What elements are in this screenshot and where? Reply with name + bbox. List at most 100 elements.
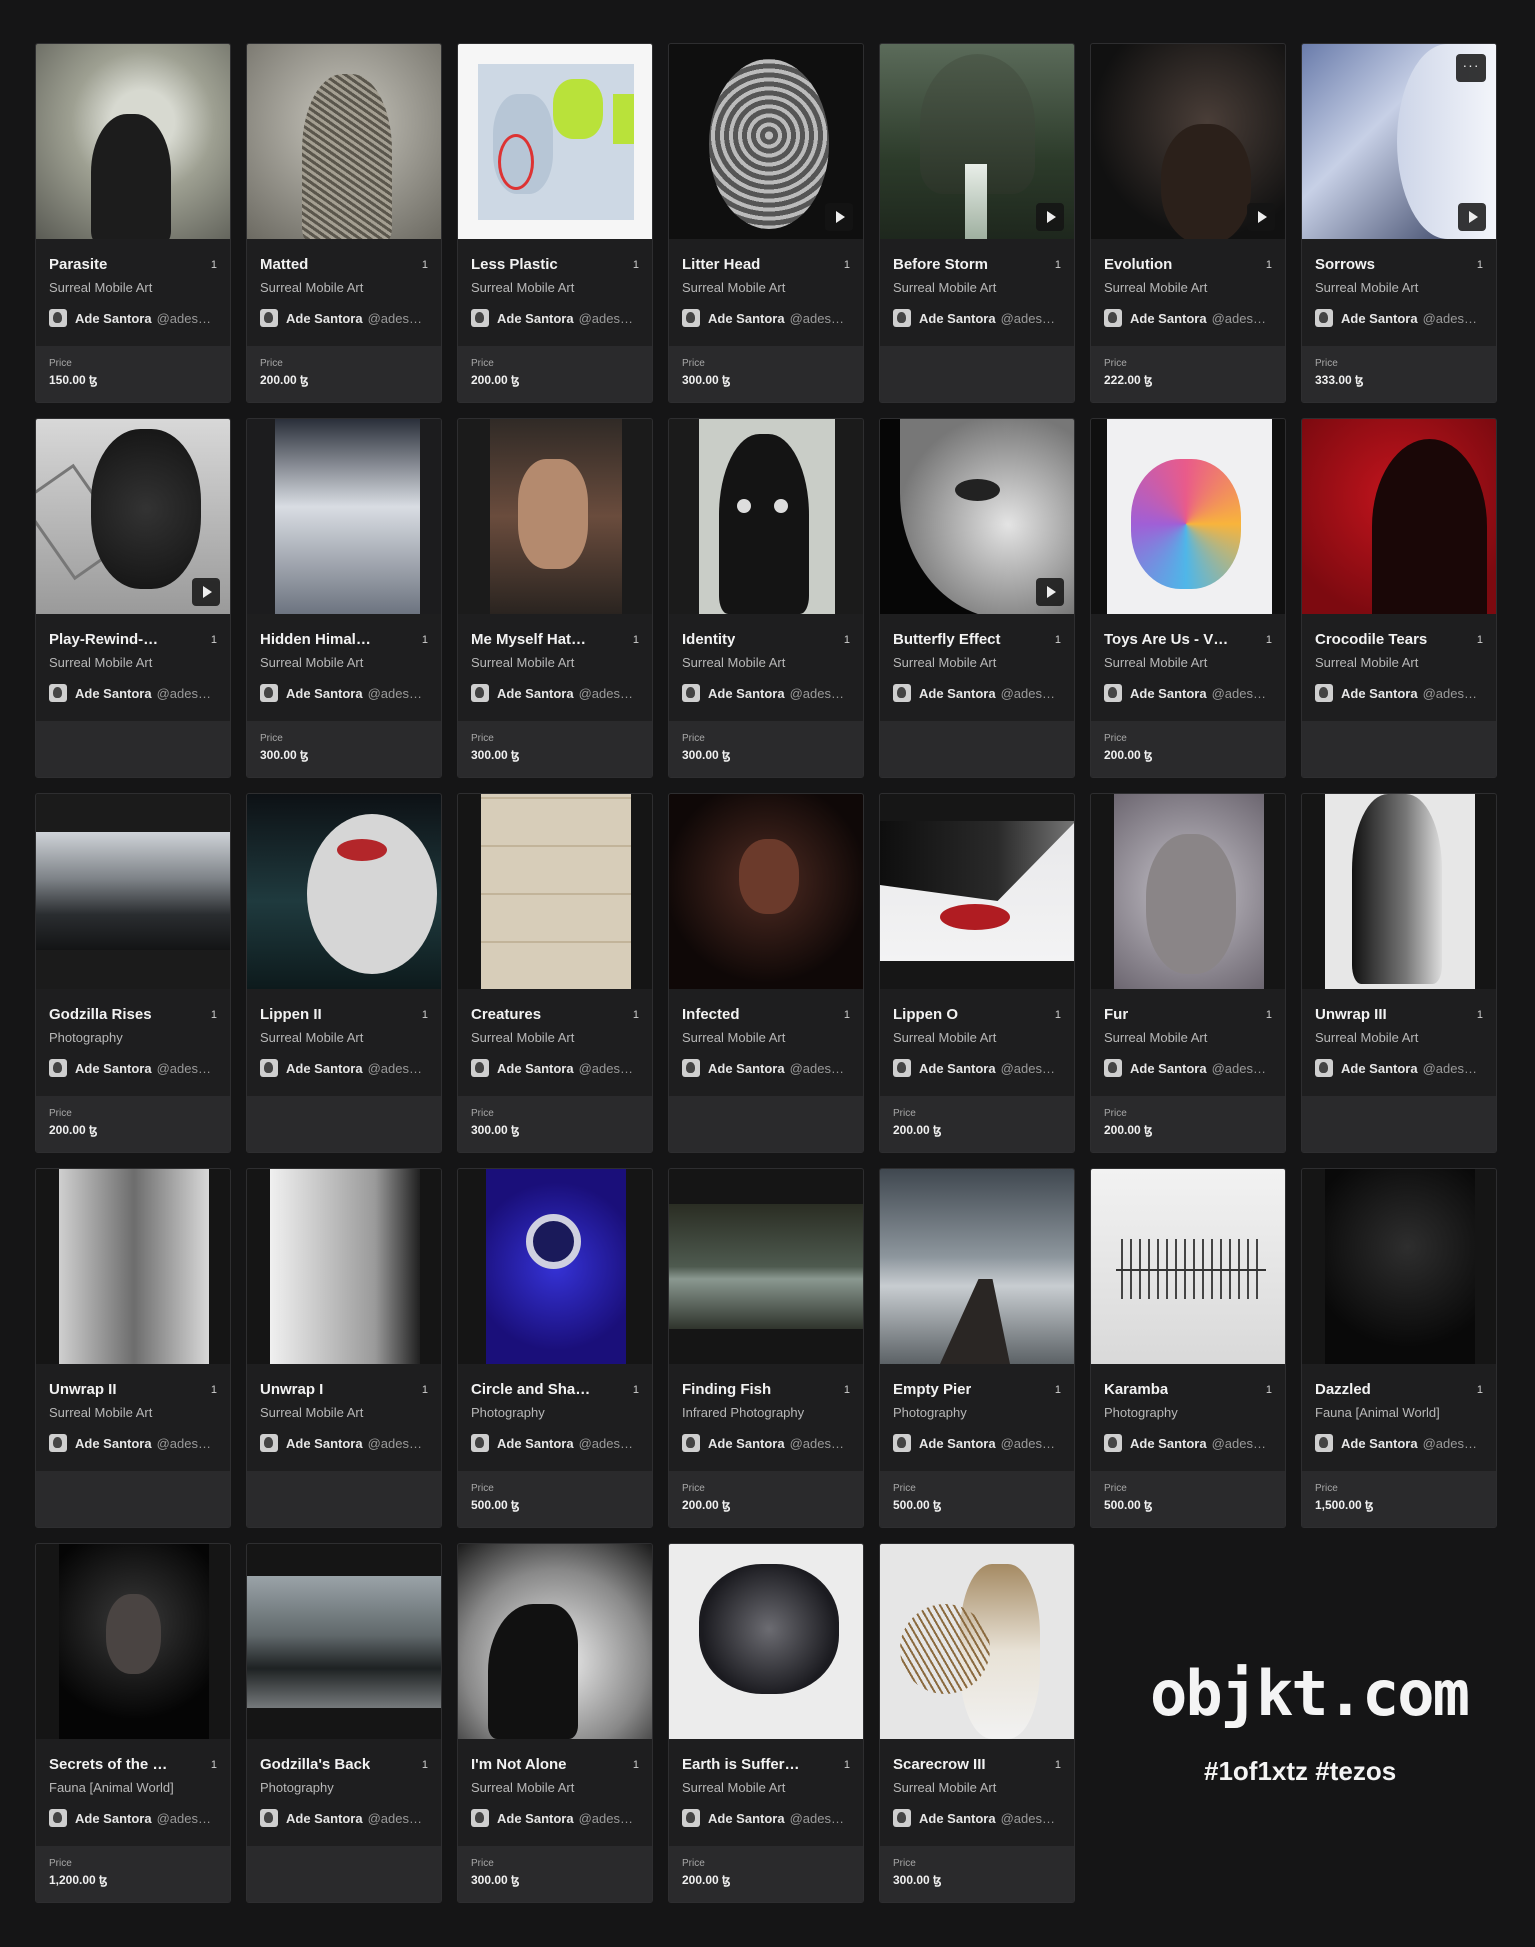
artwork-title[interactable]: Finding Fish — [682, 1381, 771, 1398]
artwork-category[interactable]: Surreal Mobile Art — [893, 1780, 1061, 1795]
artwork-category[interactable]: Surreal Mobile Art — [1104, 280, 1272, 295]
artwork-thumbnail[interactable] — [1302, 794, 1496, 989]
artwork-title[interactable]: Parasite — [49, 256, 107, 273]
artwork-title[interactable]: Empty Pier — [893, 1381, 971, 1398]
artwork-card[interactable]: Lippen II 1 Surreal Mobile Art Ade Santor… — [246, 793, 442, 1153]
creator-link[interactable]: Ade Santora @adesa… — [1104, 1059, 1272, 1077]
artwork-card[interactable]: Creatures 1 Surreal Mobile Art Ade Santor… — [457, 793, 653, 1153]
creator-link[interactable]: Ade Santora @adesa… — [893, 309, 1061, 327]
creator-link[interactable]: Ade Santora @adesa… — [260, 684, 428, 702]
artwork-thumbnail[interactable] — [247, 44, 441, 239]
artwork-thumbnail[interactable] — [669, 1169, 863, 1364]
artwork-category[interactable]: Photography — [471, 1405, 639, 1420]
creator-link[interactable]: Ade Santora @adesa… — [682, 1059, 850, 1077]
creator-link[interactable]: Ade Santora @adesa… — [893, 1059, 1061, 1077]
artwork-title[interactable]: Before Storm — [893, 256, 988, 273]
artwork-thumbnail[interactable] — [247, 1544, 441, 1739]
creator-link[interactable]: Ade Santora @adesa… — [893, 1434, 1061, 1452]
artwork-title[interactable]: Dazzled — [1315, 1381, 1371, 1398]
artwork-card[interactable]: ··· Sorrows 1 Surreal Mobile Art Ade Sant… — [1301, 43, 1497, 403]
artwork-category[interactable]: Infrared Photography — [682, 1405, 850, 1420]
artwork-card[interactable]: Litter Head 1 Surreal Mobile Art Ade Sant… — [668, 43, 864, 403]
creator-link[interactable]: Ade Santora @adesa… — [682, 1809, 850, 1827]
artwork-title[interactable]: Hidden Himal… — [260, 631, 371, 648]
artwork-card[interactable]: Play-Rewind-… 1 Surreal Mobile Art Ade Sa… — [35, 418, 231, 778]
play-icon[interactable] — [825, 203, 853, 231]
creator-link[interactable]: Ade Santora @adesa… — [893, 1809, 1061, 1827]
creator-link[interactable]: Ade Santora @adesa… — [471, 1809, 639, 1827]
artwork-category[interactable]: Surreal Mobile Art — [1104, 1030, 1272, 1045]
artwork-category[interactable]: Fauna [Animal World] — [49, 1780, 217, 1795]
artwork-thumbnail[interactable] — [36, 794, 230, 989]
creator-link[interactable]: Ade Santora @adesa… — [1315, 684, 1483, 702]
creator-link[interactable]: Ade Santora @adesa… — [260, 1434, 428, 1452]
artwork-category[interactable]: Surreal Mobile Art — [893, 280, 1061, 295]
artwork-card[interactable]: Unwrap II 1 Surreal Mobile Art Ade Santor… — [35, 1168, 231, 1528]
artwork-category[interactable]: Photography — [893, 1405, 1061, 1420]
artwork-thumbnail[interactable] — [458, 419, 652, 614]
artwork-title[interactable]: Less Plastic — [471, 256, 558, 273]
creator-link[interactable]: Ade Santora @adesa… — [682, 684, 850, 702]
artwork-thumbnail[interactable] — [1091, 794, 1285, 989]
artwork-card[interactable]: Parasite 1 Surreal Mobile Art Ade Santora… — [35, 43, 231, 403]
artwork-title[interactable]: Infected — [682, 1006, 740, 1023]
artwork-title[interactable]: Me Myself Hat… — [471, 631, 586, 648]
artwork-category[interactable]: Fauna [Animal World] — [1315, 1405, 1483, 1420]
artwork-title[interactable]: Toys Are Us - V… — [1104, 631, 1228, 648]
artwork-category[interactable]: Surreal Mobile Art — [682, 1030, 850, 1045]
artwork-card[interactable]: Butterfly Effect 1 Surreal Mobile Art Ade… — [879, 418, 1075, 778]
creator-link[interactable]: Ade Santora @adesa… — [471, 1434, 639, 1452]
artwork-category[interactable]: Surreal Mobile Art — [471, 1780, 639, 1795]
artwork-title[interactable]: Earth is Suffer… — [682, 1756, 800, 1773]
artwork-title[interactable]: Unwrap III — [1315, 1006, 1387, 1023]
artwork-card[interactable]: Godzilla's Back 1 Photography Ade Santora… — [246, 1543, 442, 1903]
creator-link[interactable]: Ade Santora @adesa… — [49, 1434, 217, 1452]
artwork-category[interactable]: Photography — [260, 1780, 428, 1795]
artwork-card[interactable]: Empty Pier 1 Photography Ade Santora @ades… — [879, 1168, 1075, 1528]
artwork-card[interactable]: Finding Fish 1 Infrared Photography Ade S… — [668, 1168, 864, 1528]
artwork-category[interactable]: Photography — [1104, 1405, 1272, 1420]
artwork-thumbnail[interactable] — [36, 419, 230, 614]
artwork-card[interactable]: Earth is Suffer… 1 Surreal Mobile Art Ade… — [668, 1543, 864, 1903]
artwork-category[interactable]: Surreal Mobile Art — [471, 1030, 639, 1045]
artwork-title[interactable]: Creatures — [471, 1006, 541, 1023]
play-icon[interactable] — [1458, 203, 1486, 231]
artwork-title[interactable]: Unwrap I — [260, 1381, 323, 1398]
artwork-thumbnail[interactable] — [247, 794, 441, 989]
artwork-title[interactable]: Identity — [682, 631, 735, 648]
creator-link[interactable]: Ade Santora @adesa… — [260, 1809, 428, 1827]
artwork-title[interactable]: I'm Not Alone — [471, 1756, 567, 1773]
artwork-card[interactable]: Before Storm 1 Surreal Mobile Art Ade San… — [879, 43, 1075, 403]
artwork-thumbnail[interactable] — [880, 794, 1074, 989]
artwork-thumbnail[interactable] — [36, 1169, 230, 1364]
artwork-category[interactable]: Surreal Mobile Art — [1104, 655, 1272, 670]
creator-link[interactable]: Ade Santora @adesa… — [471, 684, 639, 702]
artwork-card[interactable]: Scarecrow III 1 Surreal Mobile Art Ade Sa… — [879, 1543, 1075, 1903]
artwork-category[interactable]: Surreal Mobile Art — [682, 655, 850, 670]
artwork-thumbnail[interactable] — [669, 44, 863, 239]
artwork-category[interactable]: Surreal Mobile Art — [893, 655, 1061, 670]
artwork-thumbnail[interactable] — [36, 44, 230, 239]
artwork-title[interactable]: Secrets of the … — [49, 1756, 167, 1773]
artwork-card[interactable]: Godzilla Rises 1 Photography Ade Santora @… — [35, 793, 231, 1153]
artwork-title[interactable]: Lippen II — [260, 1006, 322, 1023]
creator-link[interactable]: Ade Santora @adesa… — [49, 684, 217, 702]
artwork-category[interactable]: Surreal Mobile Art — [471, 280, 639, 295]
artwork-thumbnail[interactable] — [458, 1169, 652, 1364]
artwork-title[interactable]: Play-Rewind-… — [49, 631, 158, 648]
creator-link[interactable]: Ade Santora @adesa… — [1104, 309, 1272, 327]
creator-link[interactable]: Ade Santora @adesa… — [49, 1809, 217, 1827]
artwork-thumbnail[interactable] — [880, 1544, 1074, 1739]
artwork-thumbnail[interactable] — [880, 44, 1074, 239]
artwork-card[interactable]: Matted 1 Surreal Mobile Art Ade Santora @a… — [246, 43, 442, 403]
artwork-thumbnail[interactable]: ··· — [1302, 44, 1496, 239]
artwork-category[interactable]: Surreal Mobile Art — [1315, 1030, 1483, 1045]
artwork-category[interactable]: Surreal Mobile Art — [260, 1030, 428, 1045]
artwork-category[interactable]: Surreal Mobile Art — [682, 280, 850, 295]
artwork-title[interactable]: Circle and Sha… — [471, 1381, 590, 1398]
creator-link[interactable]: Ade Santora @adesa… — [1104, 1434, 1272, 1452]
artwork-title[interactable]: Godzilla's Back — [260, 1756, 370, 1773]
artwork-title[interactable]: Matted — [260, 256, 308, 273]
artwork-title[interactable]: Scarecrow III — [893, 1756, 986, 1773]
play-icon[interactable] — [192, 578, 220, 606]
